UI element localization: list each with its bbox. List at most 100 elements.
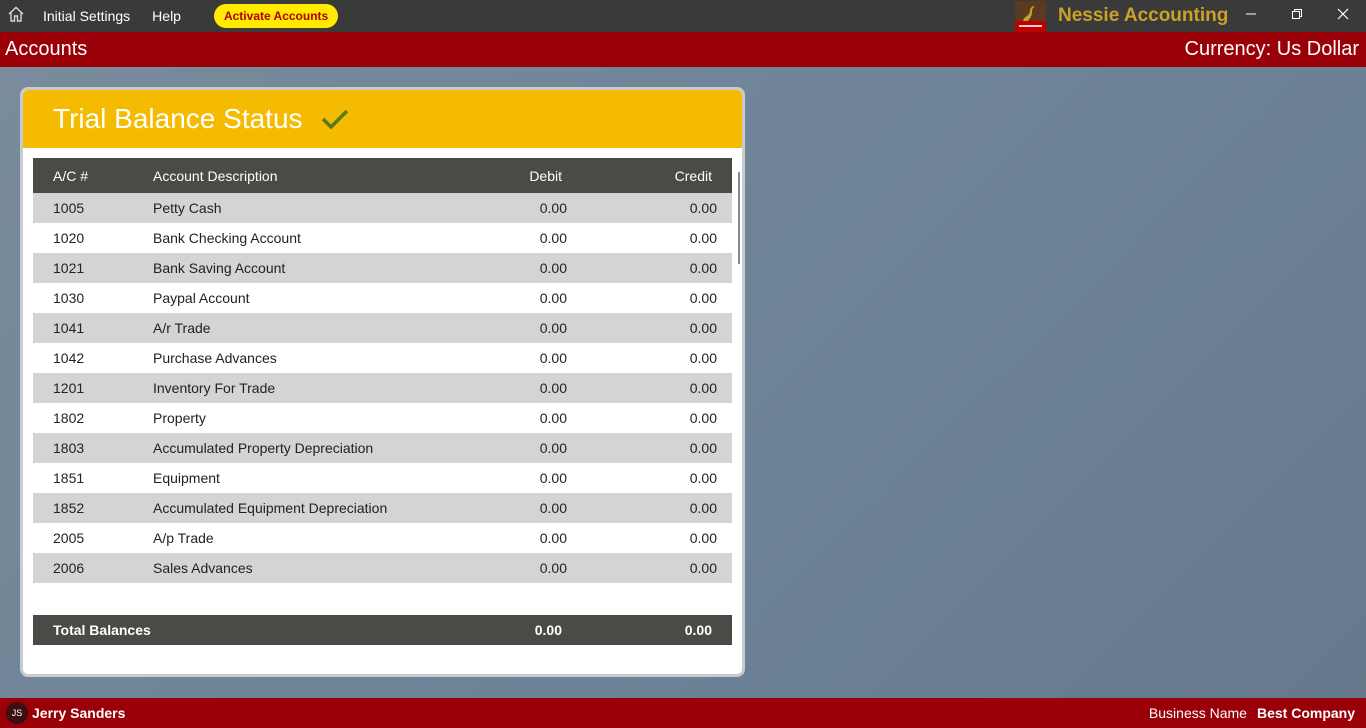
cell-ac: 1030 — [53, 290, 85, 306]
home-icon — [7, 5, 25, 28]
cell-credit: 0.00 — [689, 530, 717, 546]
business-info: Business Name Best Company — [1149, 698, 1355, 728]
total-debit: 0.00 — [534, 622, 562, 638]
cell-debit: 0.00 — [539, 410, 567, 426]
cell-debit: 0.00 — [539, 470, 567, 486]
currency-label: Currency: Us Dollar — [1184, 38, 1359, 60]
cell-debit: 0.00 — [539, 350, 567, 366]
cell-debit: 0.00 — [539, 290, 567, 306]
page-title: Accounts — [5, 38, 88, 60]
cell-debit: 0.00 — [539, 440, 567, 456]
cell-debit: 0.00 — [539, 530, 567, 546]
card-header: Trial Balance Status — [23, 90, 742, 148]
table-row[interactable]: 1803 Accumulated Property Depreciation 0… — [33, 433, 732, 463]
cell-ac: 2006 — [53, 560, 85, 576]
checkmark-icon — [321, 108, 349, 130]
table-row[interactable]: 1030 Paypal Account 0.00 0.00 — [33, 283, 732, 313]
cell-credit: 0.00 — [689, 380, 717, 396]
status-footer: JS Jerry Sanders Business Name Best Comp… — [0, 698, 1366, 728]
cell-debit: 0.00 — [539, 320, 567, 336]
table-row[interactable]: 1021 Bank Saving Account 0.00 0.00 — [33, 253, 732, 283]
restore-icon — [1291, 7, 1303, 25]
cell-ac: 1201 — [53, 380, 85, 396]
nessie-logo — [1015, 0, 1046, 32]
avatar[interactable]: JS — [6, 702, 28, 724]
cell-description: Petty Cash — [153, 200, 222, 216]
close-icon — [1337, 7, 1349, 25]
cell-ac: 1041 — [53, 320, 85, 336]
cell-ac: 1021 — [53, 260, 85, 276]
cell-credit: 0.00 — [689, 350, 717, 366]
business-name-label: Business Name — [1148, 705, 1247, 721]
table-row[interactable]: 1802 Property 0.00 0.00 — [33, 403, 732, 433]
business-name-value: Best Company — [1256, 705, 1355, 721]
menu-item-initial-settings[interactable]: Initial Settings — [32, 0, 141, 32]
cell-credit: 0.00 — [689, 440, 717, 456]
table-row[interactable]: 1042 Purchase Advances 0.00 0.00 — [33, 343, 732, 373]
cell-credit: 0.00 — [689, 290, 717, 306]
menu-bar: Initial Settings Help Activate Accounts … — [0, 0, 1366, 32]
page-header: Accounts Currency: Us Dollar — [0, 32, 1366, 67]
table-row[interactable]: 1020 Bank Checking Account 0.00 0.00 — [33, 223, 732, 253]
cell-ac: 1042 — [53, 350, 85, 366]
cell-debit: 0.00 — [539, 260, 567, 276]
cell-credit: 0.00 — [689, 560, 717, 576]
table-row[interactable]: 2006 Sales Advances 0.00 0.00 — [33, 553, 732, 583]
activate-accounts-button[interactable]: Activate Accounts — [213, 4, 339, 28]
table-row[interactable]: 1851 Equipment 0.00 0.00 — [33, 463, 732, 493]
cell-description: Property — [153, 410, 206, 426]
total-credit: 0.00 — [684, 622, 712, 638]
total-balances-row: Total Balances 0.00 0.00 — [33, 615, 732, 645]
cell-ac: 1852 — [53, 500, 85, 516]
cell-credit: 0.00 — [689, 230, 717, 246]
cell-description: A/p Trade — [153, 530, 214, 546]
total-label: Total Balances — [53, 622, 151, 638]
table-row[interactable]: 2005 A/p Trade 0.00 0.00 — [33, 523, 732, 553]
cell-credit: 0.00 — [689, 260, 717, 276]
window-controls — [1228, 0, 1366, 32]
table-row[interactable]: 1852 Accumulated Equipment Depreciation … — [33, 493, 732, 523]
trial-balance-table: A/C # Account Description Debit Credit 1… — [33, 158, 732, 583]
restore-button[interactable] — [1274, 0, 1320, 32]
minimize-button[interactable] — [1228, 0, 1274, 32]
cell-credit: 0.00 — [689, 320, 717, 336]
close-button[interactable] — [1320, 0, 1366, 32]
column-header-ac[interactable]: A/C # — [33, 168, 153, 184]
cell-description: Bank Saving Account — [153, 260, 286, 276]
cell-description: Inventory For Trade — [153, 380, 276, 396]
cell-credit: 0.00 — [689, 200, 717, 216]
cell-description: Accumulated Equipment Depreciation — [153, 500, 388, 516]
table-scrollbar[interactable] — [738, 172, 740, 264]
table-row[interactable]: 1041 A/r Trade 0.00 0.00 — [33, 313, 732, 343]
cell-ac: 1851 — [53, 470, 85, 486]
cell-credit: 0.00 — [689, 500, 717, 516]
column-header-debit[interactable]: Debit — [483, 168, 562, 184]
cell-ac: 1020 — [53, 230, 85, 246]
cell-description: Accumulated Property Depreciation — [153, 440, 374, 456]
column-header-credit[interactable]: Credit — [562, 168, 712, 184]
cell-credit: 0.00 — [689, 470, 717, 486]
cell-ac: 1803 — [53, 440, 85, 456]
cell-debit: 0.00 — [539, 200, 567, 216]
table-header: A/C # Account Description Debit Credit — [33, 158, 732, 193]
card-title: Trial Balance Status — [53, 103, 303, 134]
menu-item-help[interactable]: Help — [141, 0, 192, 32]
cell-credit: 0.00 — [689, 410, 717, 426]
cell-ac: 1005 — [53, 200, 85, 216]
user-name: Jerry Sanders — [32, 705, 126, 721]
home-button[interactable] — [0, 0, 32, 32]
brand-name: Nessie Accounting — [1058, 5, 1229, 26]
cell-debit: 0.00 — [539, 500, 567, 516]
column-header-description[interactable]: Account Description — [153, 168, 483, 184]
cell-debit: 0.00 — [539, 560, 567, 576]
cell-description: Bank Checking Account — [153, 230, 301, 246]
minimize-icon — [1245, 7, 1257, 25]
cell-debit: 0.00 — [539, 230, 567, 246]
cell-ac: 1802 — [53, 410, 85, 426]
table-row[interactable]: 1201 Inventory For Trade 0.00 0.00 — [33, 373, 732, 403]
cell-description: Equipment — [153, 470, 220, 486]
cell-debit: 0.00 — [539, 380, 567, 396]
cell-description: A/r Trade — [153, 320, 211, 336]
table-row[interactable]: 1005 Petty Cash 0.00 0.00 — [33, 193, 732, 223]
trial-balance-card: Trial Balance Status A/C # Account Descr… — [20, 87, 745, 677]
